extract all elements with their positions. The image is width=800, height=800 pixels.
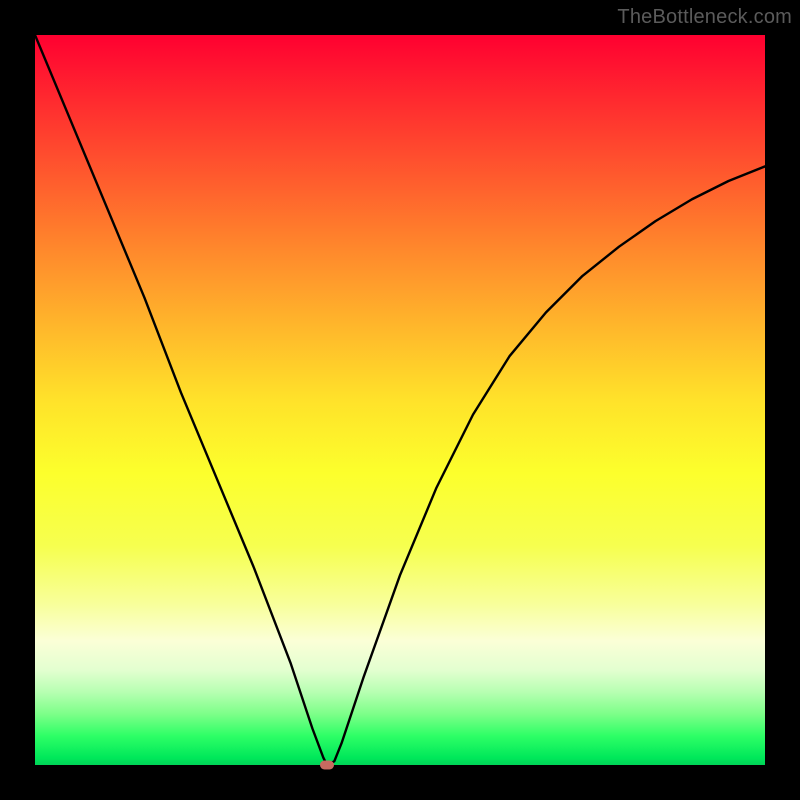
plot-area xyxy=(35,35,765,765)
chart-stage: TheBottleneck.com xyxy=(0,0,800,800)
curve-svg xyxy=(35,35,765,765)
watermark-text: TheBottleneck.com xyxy=(617,6,792,29)
bottleneck-curve xyxy=(35,35,765,765)
minimum-marker xyxy=(320,761,334,770)
